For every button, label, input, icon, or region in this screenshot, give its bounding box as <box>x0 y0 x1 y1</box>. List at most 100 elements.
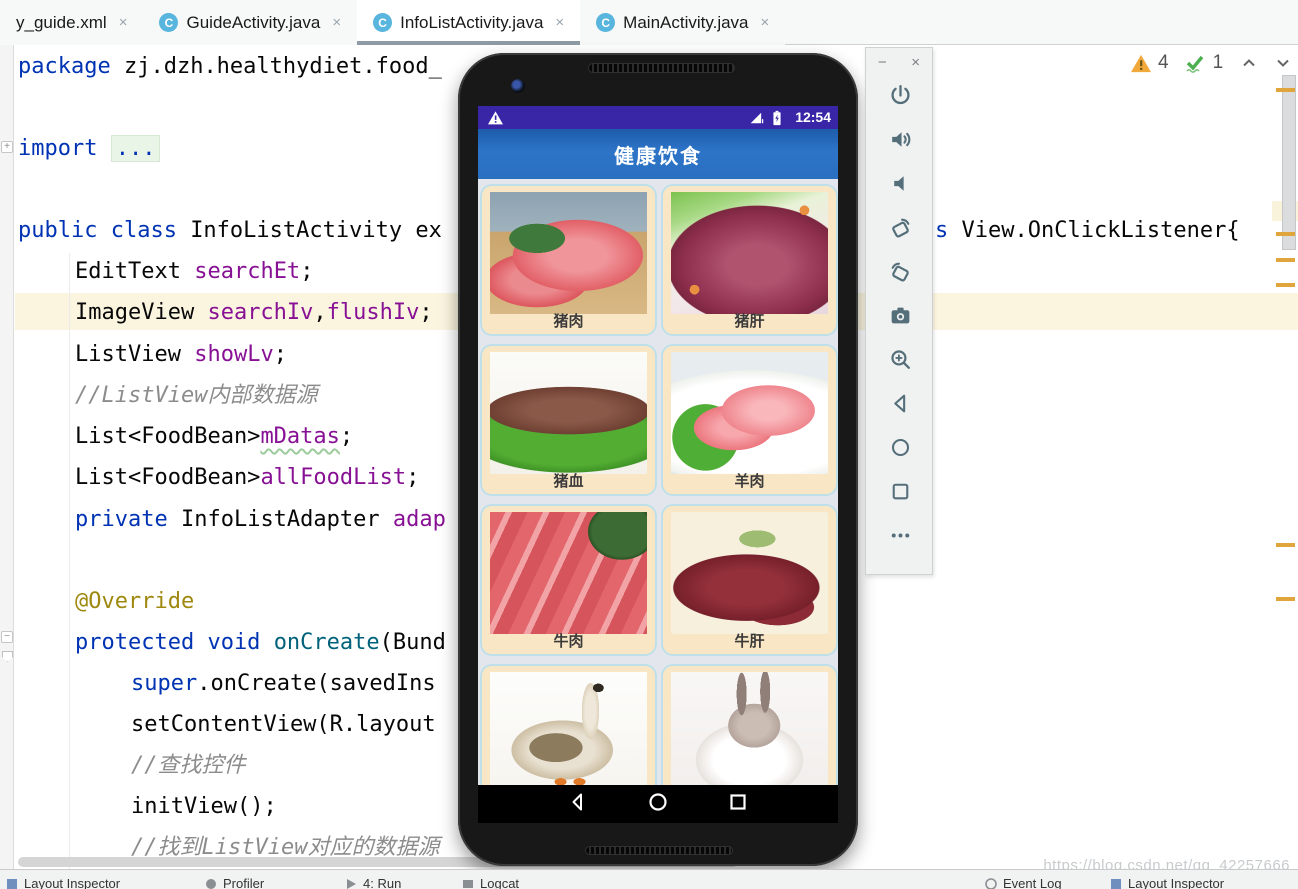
volume-down-button[interactable] <box>866 161 934 205</box>
power-button[interactable] <box>866 73 934 117</box>
code-token: import <box>18 136 111 161</box>
code-line: ImageView searchIv,flushIv; <box>75 292 433 333</box>
prev-problem-icon[interactable] <box>1239 53 1259 73</box>
emulator-minimize-button[interactable]: − <box>878 54 887 71</box>
rotate-left-button[interactable] <box>866 205 934 249</box>
tab-close-icon[interactable]: × <box>761 14 770 31</box>
overview-button[interactable] <box>866 469 934 513</box>
next-problem-icon[interactable] <box>1273 53 1293 73</box>
tool-window-button-4-run[interactable]: 4: Run <box>345 876 401 889</box>
code-token: allFoodList <box>260 465 407 490</box>
beef-liver-image <box>671 512 828 634</box>
class-icon: C <box>159 13 179 32</box>
warning-stripe-mark[interactable] <box>1276 258 1295 262</box>
bottom-tool-window-bar: Layout Inspector Profiler 4: Run Logcat Even… <box>0 869 1298 889</box>
volume-down-icon <box>893 175 904 191</box>
code-token: ImageView <box>75 300 208 325</box>
code-token: ; <box>406 465 420 490</box>
food-card-beef[interactable]: 牛肉 <box>480 504 657 656</box>
food-card-pork-liver[interactable]: 猪肝 <box>661 184 838 336</box>
tab-guideactivity-java[interactable]: C GuideActivity.java × <box>143 0 358 45</box>
warning-stripe-mark[interactable] <box>1276 88 1295 92</box>
volume-up-button[interactable] <box>866 117 934 161</box>
warning-stripe-mark[interactable] <box>1276 232 1295 236</box>
code-token: searchEt <box>194 259 301 284</box>
pork-blood-image <box>490 352 647 474</box>
nav-overview-button[interactable] <box>726 790 750 819</box>
tool-window-button-logcat[interactable]: Logcat <box>462 876 519 889</box>
fold-method-icon[interactable]: − <box>1 631 13 643</box>
code-token: EditText <box>75 259 195 284</box>
logcat-icon <box>463 879 473 888</box>
tab-close-icon[interactable]: × <box>332 14 341 31</box>
nav-back-icon <box>572 793 582 810</box>
goose-image <box>490 672 647 785</box>
code-token: mDatas <box>260 424 340 449</box>
zoom-button[interactable] <box>866 337 934 381</box>
food-card-goose[interactable] <box>480 664 657 785</box>
vertical-scrollbar-thumb[interactable] <box>1282 75 1296 250</box>
code-line: ListView showLv; <box>75 334 287 375</box>
warning-stripe-mark[interactable] <box>1276 597 1295 601</box>
warning-stripe-mark[interactable] <box>1276 543 1295 547</box>
code-token: .onCreate(savedIns <box>197 671 436 696</box>
rotate-right-button[interactable] <box>866 249 934 293</box>
phone-screen[interactable]: 12:54 健康饮食 猪肉 猪肝 猪血 羊肉 牛肉 牛肝 <box>478 106 838 823</box>
tool-window-button-profiler[interactable]: Profiler <box>205 876 264 889</box>
tool-window-button-event-log[interactable]: Event Log <box>985 876 1062 889</box>
back-button[interactable] <box>866 381 934 425</box>
warning-stripe-mark[interactable] <box>1276 283 1295 287</box>
screenshot-button[interactable] <box>866 293 934 337</box>
tool-window-label: Event Log <box>1003 876 1062 889</box>
nav-home-icon <box>649 792 667 811</box>
code-line: //ListView内部数据源 <box>75 375 317 416</box>
code-token: protected void <box>75 630 274 655</box>
status-warning-icon <box>488 111 503 125</box>
food-card-pork[interactable]: 猪肉 <box>480 184 657 336</box>
code-token: onCreate <box>273 630 380 655</box>
tab-label: GuideActivity.java <box>186 12 321 32</box>
tab-close-icon[interactable]: × <box>555 14 564 31</box>
indent-guide <box>69 253 70 889</box>
android-nav-bar <box>478 785 838 823</box>
emulator-phone-frame: 12:54 健康饮食 猪肉 猪肝 猪血 羊肉 牛肉 牛肝 <box>458 53 858 866</box>
code-line: super.onCreate(savedIns <box>131 663 436 704</box>
code-line: initView(); <box>131 786 277 827</box>
code-token: //查找控件 <box>131 753 246 778</box>
tab-label: MainActivity.java <box>623 12 749 32</box>
code-token: package <box>18 54 124 79</box>
food-card-rabbit[interactable] <box>661 664 838 785</box>
food-card-pork-blood[interactable]: 猪血 <box>480 344 657 496</box>
tab-close-icon[interactable]: × <box>119 14 128 31</box>
code-token: flushIv <box>326 300 420 325</box>
tab-infolistactivity-java[interactable]: C InfoListActivity.java × <box>357 0 581 45</box>
code-token: initView(); <box>131 794 277 819</box>
food-label: 猪血 <box>553 473 584 490</box>
food-card-beef-liver[interactable]: 牛肝 <box>661 504 838 656</box>
android-status-bar: 12:54 <box>478 106 838 129</box>
code-token: InfoListAdapter <box>180 507 393 532</box>
code-token: //ListView内部数据源 <box>75 383 318 408</box>
phone-front-camera <box>511 79 525 93</box>
tool-window-button-layout-inspector[interactable]: Layout Inspector <box>1110 876 1224 889</box>
food-grid[interactable]: 猪肉 猪肝猪血 羊肉 牛肉 牛肝 <box>478 179 838 785</box>
more-button[interactable] <box>866 513 934 557</box>
tool-window-label: Profiler <box>223 876 265 889</box>
code-token: ListView <box>75 342 195 367</box>
profiler-icon <box>206 878 216 889</box>
home-button[interactable] <box>866 425 934 469</box>
tool-window-label: 4: Run <box>363 876 402 889</box>
fold-import-icon[interactable]: + <box>1 141 13 153</box>
tool-window-label: Layout Inspector <box>1128 876 1225 889</box>
inspections-widget: 4 1 <box>1130 52 1293 74</box>
food-card-lamb[interactable]: 羊肉 <box>661 344 838 496</box>
code-token: ; <box>273 342 287 367</box>
tab-mainactivity-java[interactable]: C MainActivity.java × <box>580 0 786 45</box>
emulator-close-button[interactable]: × <box>911 54 920 71</box>
tool-window-button-layout-inspector[interactable]: Layout Inspector <box>6 876 120 889</box>
tab-y_guide-xml[interactable]: y_guide.xml × <box>0 0 144 45</box>
beef-image <box>490 512 647 634</box>
food-label: 猪肉 <box>553 313 584 330</box>
nav-back-button[interactable] <box>566 790 590 819</box>
nav-home-button[interactable] <box>646 790 670 819</box>
